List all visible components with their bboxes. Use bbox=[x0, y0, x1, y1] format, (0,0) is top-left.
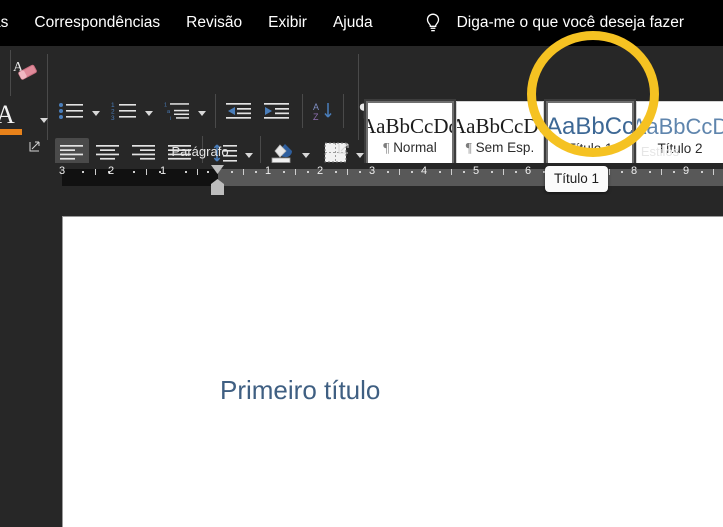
svg-text:Z: Z bbox=[313, 112, 319, 121]
paragraph-divider-3 bbox=[343, 94, 344, 128]
ribbon: A A 1 2 3 1 a i A Z ¶ Parágrafo aBbCcD ¶… bbox=[0, 46, 723, 171]
style-preview-text: AaBbCc bbox=[546, 112, 634, 140]
ruler-tick-1-left: 1 bbox=[160, 165, 167, 177]
tell-me-search[interactable]: Diga-me o que você deseja fazer bbox=[423, 12, 684, 34]
svg-text:3: 3 bbox=[111, 115, 115, 121]
multilevel-list-icon: 1 a i bbox=[164, 103, 189, 121]
ruler-tick-3-left: 3 bbox=[59, 165, 66, 177]
style-preview-text: AaBbCcDd bbox=[368, 114, 452, 138]
numbered-list-icon: 1 2 3 bbox=[111, 102, 136, 121]
bullet-list-icon bbox=[59, 103, 83, 119]
sort-button[interactable]: A Z bbox=[309, 96, 339, 126]
align-center-icon bbox=[96, 145, 119, 160]
word-application-window: as Correspondências Revisão Exibir Ajuda… bbox=[0, 0, 723, 527]
multilevel-list-button[interactable]: 1 a i bbox=[161, 96, 195, 126]
decrease-indent-icon bbox=[226, 103, 251, 119]
svg-text:a: a bbox=[167, 109, 171, 115]
svg-text:i: i bbox=[170, 116, 171, 121]
chevron-down-icon bbox=[198, 111, 207, 120]
sort-az-icon: A Z bbox=[313, 102, 332, 121]
font-color-swatch bbox=[0, 129, 22, 135]
ribbon-tab-strip: as Correspondências Revisão Exibir Ajuda… bbox=[0, 0, 723, 46]
font-color-dropdown[interactable] bbox=[40, 114, 49, 132]
numbered-list-dropdown[interactable] bbox=[145, 107, 154, 125]
chevron-down-icon bbox=[356, 153, 365, 162]
chevron-down-icon bbox=[40, 118, 49, 127]
paragraph-dialog-launcher[interactable] bbox=[337, 142, 350, 155]
ruler-tick-5: 5 bbox=[473, 165, 480, 177]
svg-text:A: A bbox=[313, 102, 319, 112]
style-tile-sem-esp[interactable]: AaBbCcDd ¶ Sem Esp. bbox=[456, 101, 544, 169]
paragraph-group-label: Parágrafo bbox=[171, 144, 229, 159]
style-tile-label: Título 1 bbox=[567, 140, 613, 156]
ribbon-divider bbox=[10, 50, 11, 96]
document-page[interactable]: Primeiro título bbox=[62, 216, 723, 527]
chevron-down-icon bbox=[302, 153, 311, 162]
bullet-list-button[interactable] bbox=[55, 96, 89, 126]
style-preview-text: AaBbCcDd bbox=[457, 114, 543, 138]
multilevel-list-dropdown[interactable] bbox=[198, 107, 207, 125]
ruler-tick-9: 9 bbox=[683, 165, 690, 177]
increase-indent-icon bbox=[264, 103, 289, 119]
tab-correspondencias[interactable]: Correspondências bbox=[34, 9, 160, 37]
ruler-tick-1: 1 bbox=[265, 165, 272, 177]
lightbulb-icon bbox=[423, 12, 443, 34]
style-tile-label: ¶ Sem Esp. bbox=[466, 140, 534, 156]
tab-revisao[interactable]: Revisão bbox=[186, 9, 242, 37]
tooltip-titulo-1: Título 1 bbox=[545, 166, 609, 192]
ruler-tick-4: 4 bbox=[421, 165, 428, 177]
style-tile-label: ¶ Normal bbox=[383, 140, 436, 156]
ruler-tick-6: 6 bbox=[525, 165, 532, 177]
style-name-text: Normal bbox=[393, 140, 437, 155]
tab-exibir[interactable]: Exibir bbox=[268, 9, 307, 37]
pilcrow-icon: ¶ bbox=[465, 140, 472, 155]
document-canvas[interactable]: Primeiro título bbox=[0, 195, 723, 527]
styles-group-label: Estilos bbox=[640, 144, 680, 159]
horizontal-ruler[interactable]: 3 2 1 1 2 3 4 5 6 8 9 bbox=[0, 163, 723, 195]
ruler-tick-8: 8 bbox=[631, 165, 638, 177]
increase-indent-button[interactable] bbox=[261, 96, 293, 126]
style-tile-normal[interactable]: AaBbCcDd ¶ Normal bbox=[364, 99, 456, 171]
style-preview-text: AaBbCcD bbox=[636, 113, 723, 139]
tell-me-label: Diga-me o que você deseja fazer bbox=[456, 14, 685, 31]
document-heading-text[interactable]: Primeiro título bbox=[220, 375, 380, 406]
tab-ferramentas-truncated[interactable]: as bbox=[0, 9, 8, 37]
chevron-down-icon bbox=[145, 111, 154, 120]
left-indent-marker[interactable] bbox=[211, 188, 224, 195]
font-color-letter-icon: A bbox=[0, 100, 15, 129]
clear-formatting-button[interactable]: A bbox=[12, 58, 42, 84]
ruler-tick-2-left: 2 bbox=[108, 165, 115, 177]
font-dialog-launcher[interactable] bbox=[28, 140, 41, 153]
bullet-list-dropdown[interactable] bbox=[92, 107, 101, 125]
decrease-indent-button[interactable] bbox=[223, 96, 255, 126]
paragraph-divider-2 bbox=[302, 94, 303, 128]
svg-text:1: 1 bbox=[164, 103, 167, 109]
ruler-margin-area bbox=[62, 169, 218, 186]
tab-ajuda[interactable]: Ajuda bbox=[333, 9, 373, 37]
ruler-tick-3: 3 bbox=[369, 165, 376, 177]
chevron-down-icon bbox=[92, 111, 101, 120]
ruler-tick-2: 2 bbox=[317, 165, 324, 177]
paragraph-divider-1 bbox=[215, 94, 216, 128]
pilcrow-icon: ¶ bbox=[383, 140, 390, 155]
numbered-list-button[interactable]: 1 2 3 bbox=[108, 96, 142, 126]
align-left-icon bbox=[60, 145, 83, 160]
font-color-button[interactable]: A bbox=[0, 102, 36, 136]
style-name-text: Sem Esp. bbox=[475, 140, 535, 155]
